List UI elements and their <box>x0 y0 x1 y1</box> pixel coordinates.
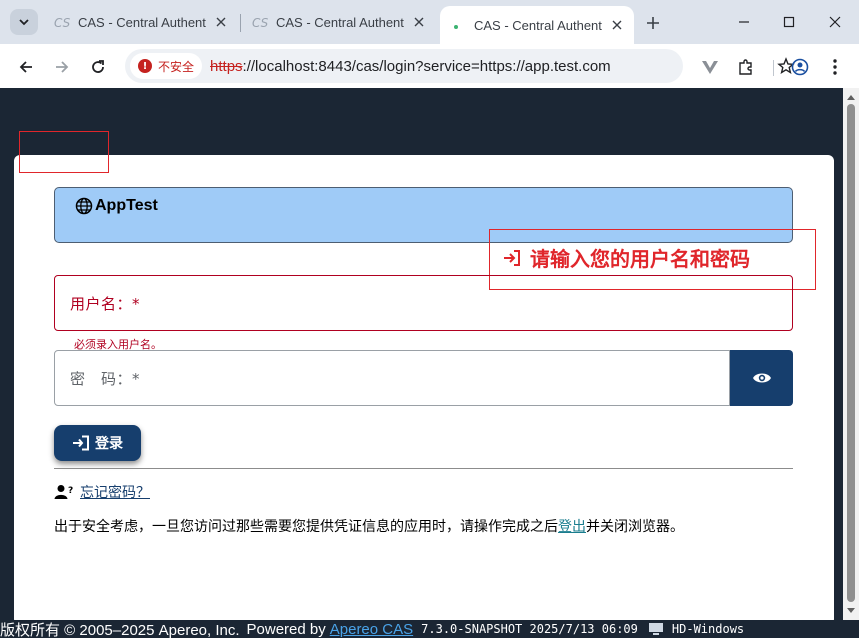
close-icon <box>829 16 841 28</box>
scroll-down-arrow-icon[interactable] <box>843 604 859 618</box>
login-icon <box>72 435 90 451</box>
username-field[interactable]: 用户名：* <box>54 275 793 331</box>
copyright-text: 版权所有 © 2005–2025 Apereo, Inc. <box>0 621 240 638</box>
back-button[interactable] <box>13 54 39 80</box>
new-tab-button[interactable] <box>642 12 664 34</box>
svg-text:CS: CS <box>54 16 70 30</box>
minimize-icon <box>739 21 749 23</box>
arrow-right-icon <box>56 61 69 73</box>
profile-button[interactable] <box>787 54 813 80</box>
vertical-scrollbar[interactable] <box>843 88 859 620</box>
toolbar-separator <box>773 60 774 76</box>
browser-toolbar: ! 不安全 https://localhost:8443/cas/login?s… <box>0 44 859 88</box>
service-title-text: AppTest <box>95 197 158 214</box>
svg-text:CS: CS <box>252 16 268 30</box>
forward-button[interactable] <box>49 54 75 80</box>
browser-tab-3-active[interactable]: CAS - Central Authenti <box>440 6 634 44</box>
tab-title: CAS - Central Authenti <box>78 14 206 30</box>
url-scheme: https <box>210 57 243 75</box>
address-bar[interactable]: ! 不安全 https://localhost:8443/cas/login?s… <box>125 49 795 83</box>
site-security-chip[interactable]: ! 不安全 <box>130 53 203 79</box>
show-password-button[interactable] <box>730 350 793 406</box>
extensions-menu-button[interactable] <box>733 54 759 80</box>
browser-menu-button[interactable] <box>822 54 848 80</box>
reload-icon <box>92 60 104 73</box>
callout-text: 请输入您的用户名和密码 <box>530 247 750 271</box>
server-icon <box>648 622 664 636</box>
service-title: AppTest <box>75 197 158 215</box>
more-vert-icon <box>833 59 837 75</box>
tab-title: CAS - Central Authenti <box>276 14 404 30</box>
page-footer: 版权所有 © 2005–2025 Apereo, Inc. Powered by… <box>0 620 859 638</box>
url-rest: ://localhost:8443/cas/login?service=http… <box>242 57 611 75</box>
notice-text-after: 并关闭浏览器。 <box>586 519 684 535</box>
password-label: 密 码：* <box>70 370 141 388</box>
chevron-down-icon <box>19 19 29 26</box>
password-field[interactable]: 密 码：* <box>54 350 730 406</box>
logout-link[interactable]: 登出 <box>558 519 586 535</box>
login-button-label: 登录 <box>95 436 123 452</box>
browser-tab-1[interactable]: CS CAS - Central Authenti <box>44 6 238 38</box>
security-notice: 出于安全考虑，一旦您访问过那些需要您提供凭证信息的应用时，请操作完成之后登出并关… <box>54 516 684 536</box>
scrollbar-thumb[interactable] <box>847 104 855 602</box>
forgot-password-link[interactable]: 忘记密码？ <box>80 482 150 502</box>
tab-title: CAS - Central Authenti <box>474 17 602 33</box>
vue-devtools-icon <box>702 61 718 74</box>
account-circle-icon <box>791 58 809 76</box>
security-label: 不安全 <box>158 59 195 74</box>
puzzle-icon <box>739 59 752 75</box>
globe-icon <box>75 197 93 215</box>
loading-favicon-icon <box>450 17 466 33</box>
forgot-password-row: ? 忘记密码？ <box>54 482 150 502</box>
reload-button[interactable] <box>85 54 111 80</box>
close-tab-icon[interactable] <box>212 13 230 31</box>
eye-icon <box>752 373 771 383</box>
extension-button[interactable] <box>697 54 723 80</box>
scroll-up-arrow-icon[interactable] <box>843 90 859 104</box>
close-tab-icon[interactable] <box>410 13 428 31</box>
minimize-button[interactable] <box>732 10 756 34</box>
url-text[interactable]: https://localhost:8443/cas/login?service… <box>210 58 611 75</box>
svg-text:?: ? <box>68 486 73 496</box>
cas-favicon-icon: CS <box>252 14 268 30</box>
tab-separator <box>240 14 241 32</box>
maximize-icon <box>783 16 795 28</box>
maximize-button[interactable] <box>777 10 801 34</box>
form-divider <box>54 468 793 469</box>
warning-icon: ! <box>138 59 152 73</box>
close-window-button[interactable] <box>823 10 847 34</box>
tab-bar: CS CAS - Central Authenti CS CAS - Centr… <box>0 0 859 44</box>
tab-search-button[interactable] <box>10 9 38 35</box>
username-label: 用户名：* <box>70 295 141 313</box>
arrow-left-icon <box>19 61 32 73</box>
cas-favicon-icon: CS <box>54 14 70 30</box>
powered-by-text: Powered by <box>246 620 326 638</box>
plus-icon <box>647 17 659 29</box>
apereo-cas-link[interactable]: Apereo CAS <box>330 621 413 638</box>
login-prompt-callout: 请输入您的用户名和密码 <box>502 243 750 272</box>
user-question-icon: ? <box>54 484 76 500</box>
browser-tab-2[interactable]: CS CAS - Central Authenti <box>242 6 436 38</box>
close-tab-icon[interactable] <box>608 16 626 34</box>
hostname-text: HD-Windows <box>671 622 745 636</box>
login-arrow-icon <box>502 249 522 267</box>
login-button[interactable]: 登录 <box>54 425 141 461</box>
notice-text-before: 出于安全考虑，一旦您访问过那些需要您提供凭证信息的应用时，请操作完成之后 <box>54 519 558 535</box>
annotation-highlight-box <box>19 131 109 173</box>
version-text: 7.3.0-SNAPSHOT 2025/7/13 06:09 <box>421 622 638 636</box>
